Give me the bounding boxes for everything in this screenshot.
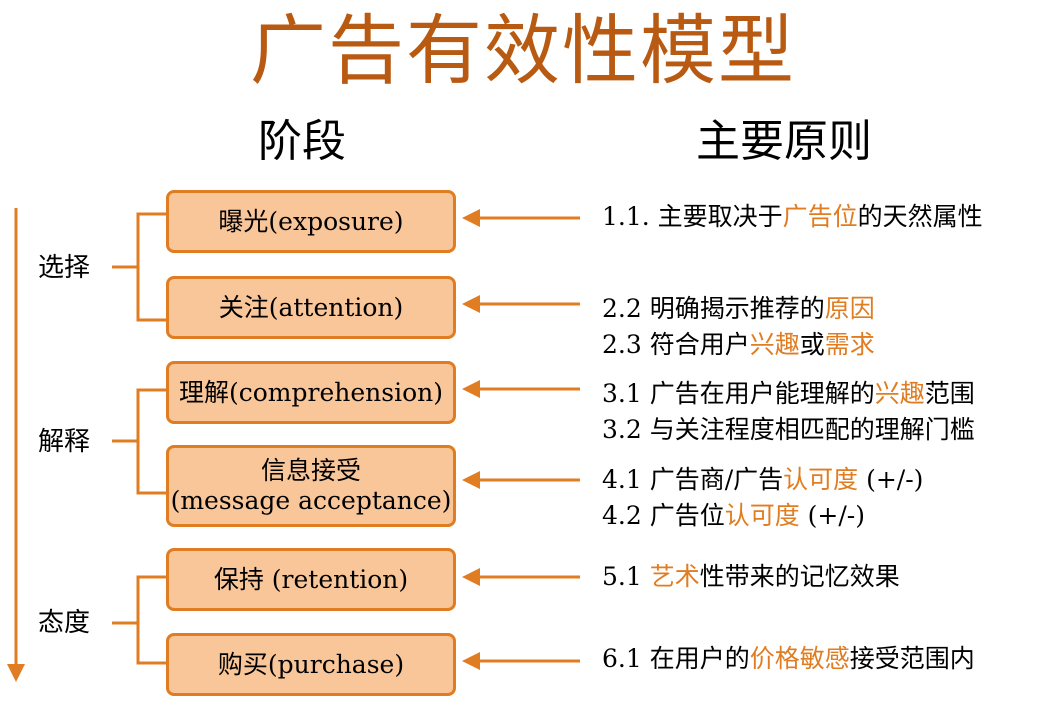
principle-text: 接受范围内 — [849, 644, 975, 673]
stage-box-purchase: 购买(purchase) — [166, 633, 456, 696]
page-title: 广告有效性模型 — [250, 6, 796, 95]
principles-header: 主要原则 — [696, 116, 872, 167]
group-attitude: 态度 — [38, 608, 91, 638]
highlight-term: 认可度 — [724, 501, 800, 530]
flow-arrowhead — [7, 664, 25, 682]
stage-label: 曝光(exposure) — [218, 206, 404, 236]
principle-text: 范围 — [924, 379, 975, 408]
diagram-connectors — [7, 208, 580, 682]
group-selection: 选择 — [38, 253, 91, 283]
stage-label-line1: 信息接受 — [260, 456, 361, 485]
highlight-term: 广告位 — [782, 202, 858, 231]
principle-3-2: 3.2 与关注程度相匹配的理解门槛 — [602, 415, 975, 445]
stage-box-comprehension: 理解(comprehension) — [166, 361, 456, 424]
principle-text: 1.1. 主要取决于 — [602, 202, 783, 231]
principle-text: (+/-) — [858, 465, 924, 494]
stage-label: 关注(attention) — [218, 292, 404, 322]
stage-box-retention: 保持 (retention) — [166, 548, 456, 611]
stage-box-attention: 关注(attention) — [166, 276, 456, 339]
principle-4-2: 4.2 广告位认可度 (+/-) — [602, 501, 865, 531]
principle-text: 或 — [799, 330, 825, 359]
bracket-interpretation — [112, 388, 166, 495]
principle-5-1: 5.1 艺术性带来的记忆效果 — [602, 562, 900, 592]
principle-text: 2.2 明确揭示推荐的 — [602, 294, 825, 323]
principle-text: (+/-) — [799, 501, 866, 530]
stage-label: 保持 (retention) — [213, 564, 409, 594]
principle-text: 5.1 — [602, 562, 650, 591]
principle-text: 的天然属性 — [857, 202, 983, 231]
principle-text: 4.2 广告位 — [602, 501, 725, 530]
highlight-term: 认可度 — [783, 465, 859, 494]
stage-label-line2: (message acceptance) — [170, 486, 452, 515]
bracket-selection — [112, 212, 166, 322]
principle-6-1: 6.1 在用户的价格敏感接受范围内 — [602, 644, 975, 674]
highlight-term: 价格敏感 — [749, 644, 850, 673]
highlight-term: 原因 — [824, 294, 875, 323]
principle-2-3: 2.3 符合用户兴趣或需求 — [602, 330, 875, 360]
principle-text: 3.2 与关注程度相匹配的理解门槛 — [602, 415, 975, 444]
highlight-term: 兴趣 — [874, 379, 925, 408]
stage-box-exposure: 曝光(exposure) — [166, 190, 456, 253]
bracket-attitude — [112, 575, 166, 665]
stages-header: 阶段 — [258, 116, 346, 167]
principle-2-2: 2.2 明确揭示推荐的原因 — [602, 294, 875, 324]
principle-text: 3.1 广告在用户能理解的 — [602, 379, 875, 408]
principle-text: 4.1 广告商/广告 — [602, 465, 784, 494]
principle-text: 6.1 在用户的 — [602, 644, 750, 673]
stage-box-message-acceptance: 信息接受 (message acceptance) — [166, 445, 456, 527]
group-interpretation: 解释 — [38, 427, 91, 457]
principle-text: 2.3 符合用户 — [602, 330, 750, 359]
stage-label: 理解(comprehension) — [179, 377, 443, 407]
principle-4-1: 4.1 广告商/广告认可度 (+/-) — [602, 465, 923, 495]
stage-label: 购买(purchase) — [217, 649, 405, 679]
highlight-term: 兴趣 — [749, 330, 800, 359]
principle-3-1: 3.1 广告在用户能理解的兴趣范围 — [602, 379, 975, 409]
principle-text: 性带来的记忆效果 — [699, 562, 900, 591]
principle-1-1: 1.1. 主要取决于广告位的天然属性 — [602, 202, 983, 232]
highlight-term: 需求 — [824, 330, 875, 359]
highlight-term: 艺术 — [649, 562, 700, 591]
